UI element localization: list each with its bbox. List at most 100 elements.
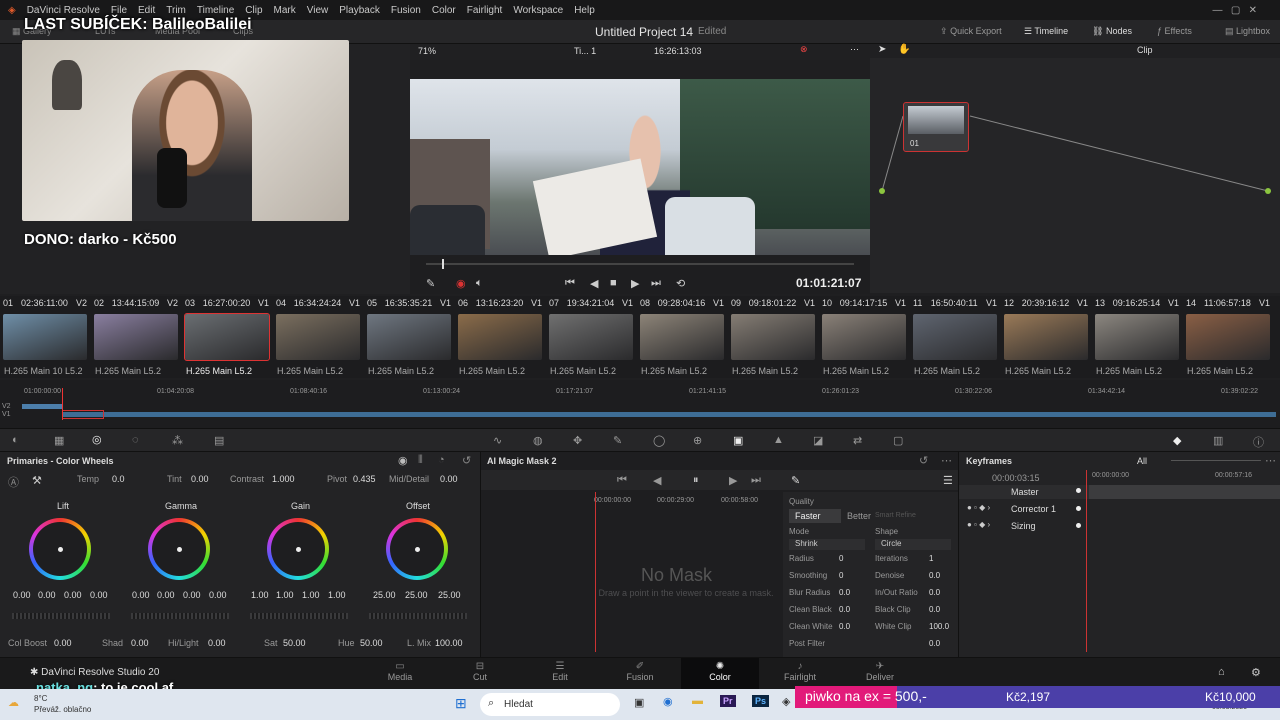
gain-g-value[interactable]: 1.00: [302, 590, 320, 600]
hilight-value[interactable]: 0.00: [208, 638, 226, 648]
curves-icon[interactable]: ∿: [493, 434, 502, 447]
clip-12[interactable]: 12 20:39:16:12 V1 H.265 Main L5.2: [1001, 296, 1091, 378]
menu-item-mark[interactable]: Mark: [274, 5, 296, 16]
premiere-icon[interactable]: Pr: [720, 695, 736, 707]
gain-b-value[interactable]: 1.00: [328, 590, 346, 600]
scopes-icon[interactable]: ▥: [1213, 434, 1223, 447]
node-01[interactable]: 01: [903, 102, 969, 152]
gamma-b-value[interactable]: 0.00: [209, 590, 227, 600]
scrubber-track[interactable]: [426, 263, 854, 265]
clip-11[interactable]: 11 16:50:40:11 V1 H.265 Main L5.2: [910, 296, 1000, 378]
keyframe-dot[interactable]: [1076, 523, 1081, 528]
offset-wheel[interactable]: [386, 518, 448, 580]
gamma-wheel[interactable]: [148, 518, 210, 580]
temp-value[interactable]: 0.0: [112, 474, 125, 484]
keyframes-filter-select[interactable]: All: [1137, 456, 1147, 466]
menu-item-timeline[interactable]: Timeline: [197, 5, 234, 16]
gamma-master-wheel[interactable]: [131, 613, 229, 619]
task-view-icon[interactable]: ▣: [634, 696, 644, 709]
mask-param-value[interactable]: 0.0: [839, 622, 850, 631]
shad-value[interactable]: 0.00: [131, 638, 149, 648]
timeline-toggle-button[interactable]: ☰ Timeline: [1024, 26, 1068, 37]
mask-settings-icon[interactable]: ☰: [943, 474, 953, 487]
faster-button[interactable]: Faster: [789, 509, 841, 523]
offset-master-wheel[interactable]: [369, 613, 467, 619]
nodes-toggle-button[interactable]: ⛓ Nodes: [1092, 26, 1132, 37]
magic-playhead[interactable]: [595, 492, 596, 652]
node-mode-select[interactable]: Clip: [1137, 45, 1153, 55]
track-pause-icon[interactable]: ⏸: [693, 474, 699, 487]
quick-export-button[interactable]: ⇪ Quick Export: [940, 26, 1002, 37]
key-icon[interactable]: ◪: [813, 434, 823, 447]
reset-all-icon[interactable]: ↺: [462, 454, 471, 467]
keyframes-zoom-slider[interactable]: [1171, 460, 1261, 461]
clip-10[interactable]: 10 09:14:17:15 V1 H.265 Main L5.2: [819, 296, 909, 378]
clip-thumbnail[interactable]: [276, 314, 360, 360]
middetail-value[interactable]: 0.00: [440, 474, 458, 484]
keyframe-row-sizing[interactable]: ● ▫ ◆ › Sizing: [959, 519, 1280, 533]
offset-r-value[interactable]: 25.00: [373, 590, 396, 600]
mask-param-value[interactable]: 100.0: [929, 622, 949, 631]
hue-value[interactable]: 50.00: [360, 638, 383, 648]
taskbar-search[interactable]: ⌕ Hledat: [480, 693, 620, 716]
gamma-g-value[interactable]: 0.00: [183, 590, 201, 600]
gamma-r-value[interactable]: 0.00: [157, 590, 175, 600]
clip-thumbnail[interactable]: [184, 313, 270, 361]
3d-icon[interactable]: ▢: [893, 434, 903, 447]
qualifier-icon[interactable]: ✥: [573, 434, 582, 447]
mask-param-value[interactable]: 0.0: [839, 605, 850, 614]
gain-r-value[interactable]: 1.00: [276, 590, 294, 600]
colboost-value[interactable]: 0.00: [54, 638, 72, 648]
step-back-icon[interactable]: ◀: [590, 277, 598, 290]
window-controls[interactable]: — ▢ ✕: [1213, 5, 1258, 16]
loop-icon[interactable]: ⟲: [676, 277, 685, 290]
page-tab-media[interactable]: ▭ Media: [361, 658, 439, 689]
timeline-select[interactable]: Ti... 1: [574, 46, 596, 56]
menu-item-fusion[interactable]: Fusion: [391, 5, 421, 16]
eyedropper-icon[interactable]: ✎: [613, 434, 622, 447]
start-icon[interactable]: ⊞: [455, 695, 467, 712]
keyframe-dot[interactable]: [1076, 506, 1081, 511]
menu-item-file[interactable]: File: [111, 5, 127, 16]
bars-mode-icon[interactable]: ⦀: [418, 454, 423, 467]
node-editor[interactable]: 01: [870, 58, 1280, 293]
clip-thumbnail[interactable]: [913, 314, 997, 360]
track-end-icon[interactable]: ⏭: [751, 474, 761, 487]
expand-icon[interactable]: ● ▫ ◆ ›: [967, 503, 990, 512]
magic-options-icon[interactable]: ⋯: [941, 454, 952, 467]
clip-thumbnail[interactable]: [1186, 314, 1270, 360]
keyframe-row-corrector[interactable]: ● ▫ ◆ › Corrector 1: [959, 502, 1280, 516]
mode-select[interactable]: Shrink: [789, 539, 865, 550]
expand-icon[interactable]: ● ▫ ◆ ›: [967, 520, 990, 529]
clip-13[interactable]: 13 09:16:25:14 V1 H.265 Main L5.2: [1092, 296, 1182, 378]
gain-master-wheel[interactable]: [250, 613, 348, 619]
lightbox-toggle-button[interactable]: ▤ Lightbox: [1225, 26, 1270, 37]
mask-param-value[interactable]: 0.0: [839, 588, 850, 597]
page-tab-fairlight[interactable]: ♪ Fairlight: [761, 658, 839, 689]
clip-thumbnail[interactable]: [549, 314, 633, 360]
clip-thumbnail[interactable]: [731, 314, 815, 360]
page-tab-cut[interactable]: ⊟ Cut: [441, 658, 519, 689]
mask-param-value[interactable]: 0: [839, 571, 843, 580]
auto-balance-icon[interactable]: Ⓐ: [8, 474, 19, 490]
track-back-icon[interactable]: ⏮: [617, 474, 627, 487]
clip-07[interactable]: 07 19:34:21:04 V1 H.265 Main L5.2: [546, 296, 636, 378]
info-icon[interactable]: ⓘ: [1253, 434, 1264, 450]
mask-param-value[interactable]: 0.0: [929, 605, 940, 614]
magic-reset-icon[interactable]: ↺: [919, 454, 928, 467]
menu-item-trim[interactable]: Trim: [166, 5, 186, 16]
wheels-mode-icon[interactable]: ◉: [398, 454, 408, 467]
menu-item-app[interactable]: DaVinci Resolve: [27, 5, 100, 16]
menu-item-workspace[interactable]: Workspace: [513, 5, 563, 16]
clip-thumbnail[interactable]: [1004, 314, 1088, 360]
mask-param-value[interactable]: 0.0: [929, 571, 940, 580]
photoshop-icon[interactable]: Ps: [752, 695, 770, 707]
more-options-icon[interactable]: ⋯: [850, 44, 859, 55]
clip-02[interactable]: 02 13:44:15:09 V2 H.265 Main L5.2: [91, 296, 181, 378]
v1-clip-bar[interactable]: [62, 412, 1276, 417]
blur-icon[interactable]: ▲: [773, 434, 784, 446]
mask-param-value[interactable]: 1: [929, 554, 933, 563]
camera-raw-icon[interactable]: ◐: [12, 434, 19, 446]
sat-value[interactable]: 50.00: [283, 638, 306, 648]
track-forward-icon[interactable]: ▶: [729, 474, 737, 487]
